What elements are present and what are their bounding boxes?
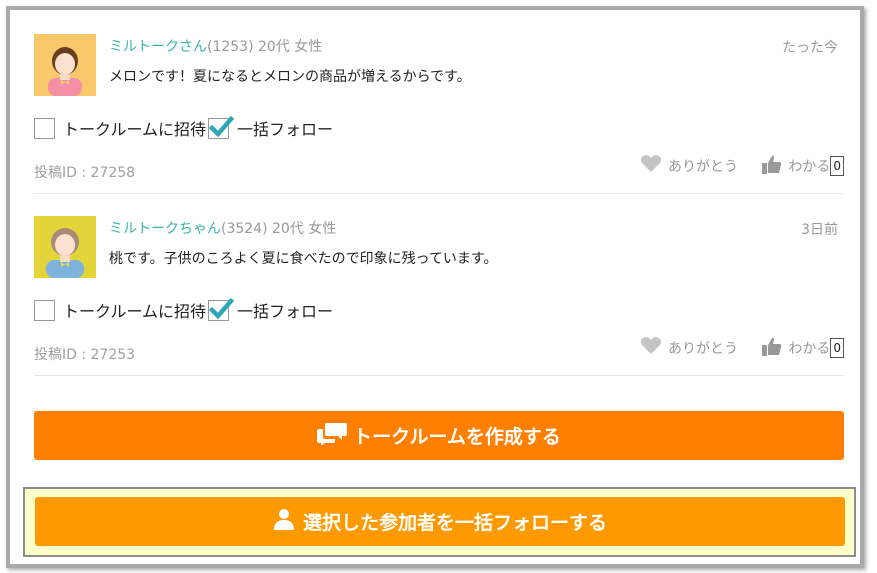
agree-button[interactable]: わかる 0 bbox=[762, 154, 844, 178]
user-avatar[interactable] bbox=[34, 34, 96, 96]
post-item: ミルトークさん(1253) 20代 女性 たった今 メロンです！夏になるとメロン… bbox=[34, 20, 844, 194]
heart-icon bbox=[640, 336, 662, 359]
checkmark-icon bbox=[208, 297, 234, 319]
checkbox-box[interactable] bbox=[208, 297, 234, 321]
user-meta: (1253) 20代 女性 bbox=[207, 39, 323, 55]
chat-bubbles-icon bbox=[317, 421, 348, 450]
agree-label: わかる bbox=[788, 341, 831, 357]
user-info: ミルトークさん(1253) 20代 女性 bbox=[109, 36, 322, 56]
user-meta: (3524) 20代 女性 bbox=[221, 221, 337, 237]
post-time: たった今 bbox=[782, 40, 838, 56]
agree-count: 0 bbox=[830, 338, 844, 358]
agree-button[interactable]: わかる 0 bbox=[762, 336, 844, 360]
post-list-panel: ミルトークさん(1253) 20代 女性 たった今 メロンです！夏になるとメロン… bbox=[6, 6, 864, 568]
checkmark-icon bbox=[208, 115, 234, 137]
heart-icon bbox=[640, 154, 662, 177]
create-room-label: トークルームを作成する bbox=[353, 426, 561, 448]
user-avatar[interactable] bbox=[34, 216, 96, 278]
thanks-button[interactable]: ありがとう bbox=[640, 154, 738, 177]
checkbox-box[interactable] bbox=[34, 117, 55, 139]
follow-checkbox[interactable]: 一括フォロー bbox=[208, 297, 334, 322]
checkbox-box[interactable] bbox=[208, 115, 234, 139]
thumbs-up-icon bbox=[762, 154, 782, 178]
create-room-button[interactable]: トークルームを作成する bbox=[34, 411, 844, 460]
username-link[interactable]: ミルトークさん bbox=[109, 39, 207, 55]
divider bbox=[34, 375, 844, 376]
post-time: 3日前 bbox=[801, 222, 838, 238]
username-link[interactable]: ミルトークちゃん bbox=[109, 221, 221, 237]
bulk-follow-button[interactable]: 選択した参加者を一括フォローする bbox=[35, 497, 845, 546]
post-message: 桃です。子供のころよく夏に食べたので印象に残っています。 bbox=[109, 251, 498, 267]
thanks-label: ありがとう bbox=[668, 340, 738, 357]
post-message: メロンです！夏になるとメロンの商品が増えるからです。 bbox=[109, 69, 471, 85]
checkbox-box[interactable] bbox=[34, 299, 55, 321]
divider bbox=[34, 193, 844, 194]
agree-count: 0 bbox=[830, 156, 844, 176]
bulk-follow-label: 選択した参加者を一括フォローする bbox=[302, 512, 607, 534]
invite-label: トークルームに招待 bbox=[63, 120, 207, 139]
invite-label: トークルームに招待 bbox=[63, 302, 207, 321]
thumbs-up-icon bbox=[762, 336, 782, 360]
follow-checkbox[interactable]: 一括フォロー bbox=[208, 115, 334, 140]
girl-avatar-icon bbox=[34, 216, 96, 278]
woman-avatar-icon bbox=[34, 34, 96, 96]
post-id: 投稿ID : 27253 bbox=[34, 347, 136, 363]
user-info: ミルトークちゃん(3524) 20代 女性 bbox=[109, 218, 336, 238]
post-item: ミルトークちゃん(3524) 20代 女性 3日前 桃です。子供のころよく夏に食… bbox=[34, 202, 844, 376]
thanks-button[interactable]: ありがとう bbox=[640, 336, 738, 359]
invite-checkbox[interactable]: トークルームに招待 bbox=[34, 116, 206, 140]
thanks-label: ありがとう bbox=[668, 158, 738, 175]
person-icon bbox=[273, 508, 295, 535]
agree-label: わかる bbox=[788, 159, 831, 175]
invite-checkbox[interactable]: トークルームに招待 bbox=[34, 298, 206, 322]
follow-label: 一括フォロー bbox=[237, 120, 334, 139]
bulk-follow-highlight: 選択した参加者を一括フォローする bbox=[23, 487, 856, 557]
post-id: 投稿ID : 27258 bbox=[34, 165, 136, 181]
follow-label: 一括フォロー bbox=[237, 302, 334, 321]
